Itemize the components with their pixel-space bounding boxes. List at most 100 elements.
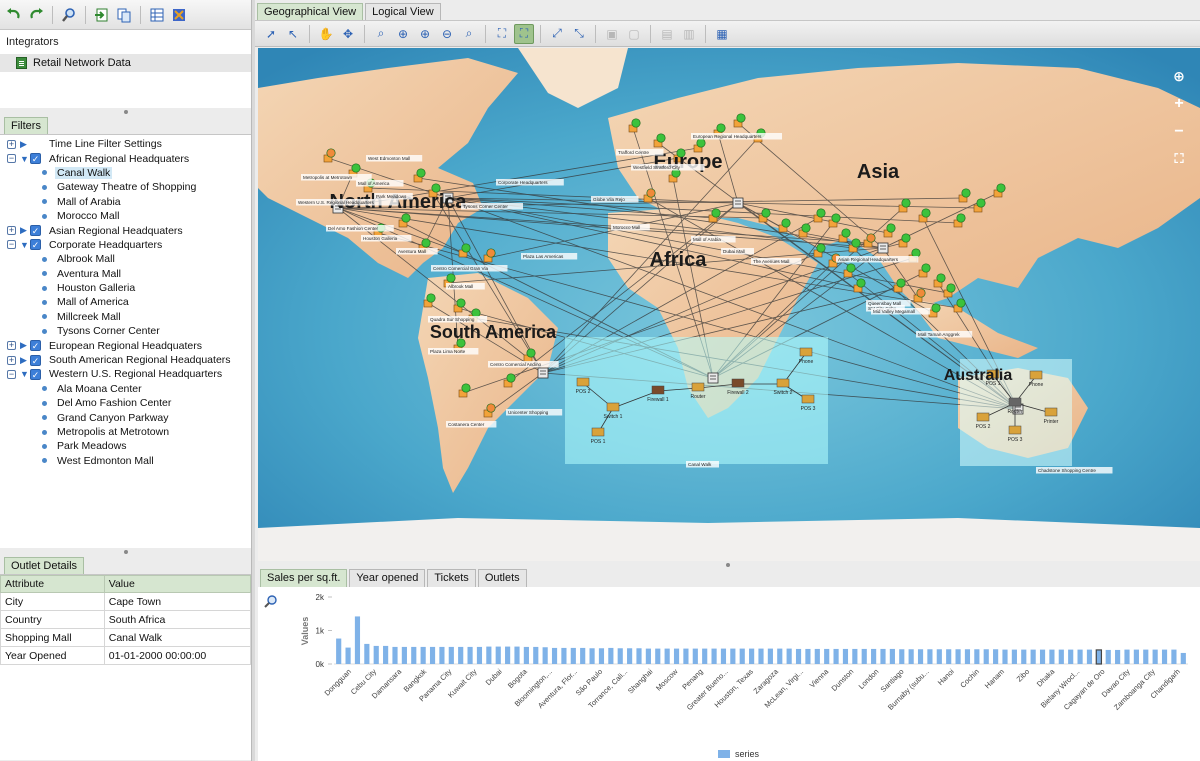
layout-icon[interactable]: ⛶: [492, 24, 512, 44]
chart-bar[interactable]: [795, 648, 802, 664]
chart-bar[interactable]: [1133, 649, 1139, 664]
chart-bar[interactable]: [871, 648, 877, 664]
chart-bar[interactable]: [458, 646, 464, 664]
checkbox[interactable]: ✓: [30, 368, 41, 380]
tree-group[interactable]: + ▶ ✓ European Regional Headquaters: [0, 338, 251, 352]
chart-bar[interactable]: [542, 647, 548, 664]
chart-bar[interactable]: [946, 649, 952, 664]
tree-leaf[interactable]: Canal Walk: [0, 166, 251, 180]
move-icon[interactable]: ✥: [338, 24, 358, 44]
chart-bar[interactable]: [993, 649, 999, 664]
chart-bar[interactable]: [373, 645, 379, 664]
chart-bar[interactable]: [1058, 649, 1064, 664]
table-row[interactable]: City Cape Town: [0, 592, 252, 611]
export-image-icon[interactable]: ▦: [712, 24, 732, 44]
tree-group[interactable]: − ▼ ✓ Corporate Headquarters: [0, 238, 251, 252]
export-icon[interactable]: [114, 5, 134, 25]
chart-bar[interactable]: [1086, 649, 1093, 664]
chart-bar[interactable]: [486, 646, 492, 664]
chart-bar[interactable]: [533, 646, 539, 664]
chart-bar[interactable]: [964, 649, 971, 664]
chart-bar[interactable]: [983, 649, 989, 664]
chart-bar[interactable]: [429, 646, 436, 664]
chart-bar[interactable]: [411, 646, 417, 664]
headquarters-node[interactable]: [707, 372, 719, 384]
fullscreen-control-icon[interactable]: ⛶: [1174, 151, 1183, 167]
chart-bar[interactable]: [392, 646, 398, 664]
filters-tab[interactable]: Filters: [4, 117, 48, 134]
expand-icon[interactable]: +: [7, 341, 16, 351]
chart-bar[interactable]: [608, 647, 614, 664]
chart-bar[interactable]: [702, 648, 708, 664]
chart-bar[interactable]: [1152, 649, 1158, 664]
chart-bar[interactable]: [833, 648, 839, 664]
chart-bar[interactable]: [354, 616, 361, 664]
lock-icon[interactable]: ▤: [657, 24, 677, 44]
zoom-in-icon[interactable]: ⊕: [393, 24, 413, 44]
chart-bar[interactable]: [420, 646, 426, 664]
chart-bar[interactable]: [561, 647, 567, 664]
chart-bar[interactable]: [880, 648, 886, 664]
chart-bar[interactable]: [692, 648, 698, 664]
table-icon[interactable]: [147, 5, 167, 25]
chart-bar[interactable]: [805, 648, 811, 664]
chart-bar[interactable]: [1095, 649, 1103, 665]
integrator-item[interactable]: Retail Network Data: [0, 54, 251, 72]
geographic-map[interactable]: POS 2 Switch 1 Firewall 1 Router Firewall 2 S…: [258, 48, 1200, 561]
zoom-in-alt-icon[interactable]: ⊕: [415, 24, 435, 44]
chart-bar[interactable]: [1021, 649, 1027, 664]
chart-bar[interactable]: [927, 649, 933, 664]
chart-zoom-icon[interactable]: [264, 595, 277, 608]
checkbox[interactable]: ✓: [30, 239, 41, 251]
chart-bar[interactable]: [1143, 649, 1149, 664]
tab-tickets[interactable]: Tickets: [427, 569, 476, 587]
chart-bar[interactable]: [551, 647, 558, 664]
tab-year-opened[interactable]: Year opened: [349, 569, 426, 587]
pan-control-icon[interactable]: ⊕: [1173, 68, 1185, 85]
chart-bar[interactable]: [1039, 649, 1046, 664]
collapse-icon[interactable]: −: [7, 240, 16, 250]
splitter-handle[interactable]: [0, 108, 251, 116]
chevron-right-icon[interactable]: ▶: [20, 340, 30, 351]
chart-bar[interactable]: [861, 648, 867, 664]
search-icon[interactable]: [59, 5, 79, 25]
chart-bar[interactable]: [345, 647, 351, 664]
unlock-icon[interactable]: ▥: [679, 24, 699, 44]
chart-bar[interactable]: [448, 646, 454, 664]
chevron-down-icon[interactable]: ▼: [20, 369, 30, 379]
chart-bar[interactable]: [476, 646, 483, 664]
chart-bar[interactable]: [598, 648, 605, 664]
chart-bar[interactable]: [1068, 649, 1074, 664]
import-icon[interactable]: [92, 5, 112, 25]
expand-icon[interactable]: +: [7, 139, 16, 149]
collapse-icon[interactable]: −: [7, 369, 16, 379]
checkbox[interactable]: ✓: [30, 225, 41, 237]
tree-leaf[interactable]: Del Amo Fashion Center: [0, 396, 251, 410]
tab-logical-view[interactable]: Logical View: [365, 3, 441, 20]
chart-bar[interactable]: [786, 648, 792, 664]
chart-bar[interactable]: [908, 649, 914, 664]
table-row[interactable]: Shopping Mall Canal Walk: [0, 628, 252, 647]
group-icon[interactable]: ▣: [602, 24, 622, 44]
chart-bar[interactable]: [842, 648, 849, 664]
tree-leaf[interactable]: West Edmonton Mall: [0, 454, 251, 468]
outlet-details-tab[interactable]: Outlet Details: [4, 557, 85, 574]
chevron-down-icon[interactable]: ▼: [20, 154, 30, 164]
tree-leaf[interactable]: Mall of America: [0, 295, 251, 309]
headquarters-node[interactable]: [732, 197, 744, 209]
chart-bar[interactable]: [777, 648, 783, 664]
chart-bar[interactable]: [664, 648, 670, 664]
undo-icon[interactable]: [4, 5, 24, 25]
zoom-out-control[interactable]: −: [1174, 123, 1183, 141]
ungroup-icon[interactable]: ▢: [624, 24, 644, 44]
layout-active-icon[interactable]: ⛶: [514, 23, 534, 44]
select-icon[interactable]: ➚: [261, 24, 281, 44]
chart-bar[interactable]: [758, 648, 764, 664]
tree-group[interactable]: + ▶ ✓ South American Regional Headquaters: [0, 353, 251, 367]
chart-bar[interactable]: [1105, 649, 1111, 664]
chart-bar[interactable]: [589, 648, 595, 664]
chart-bar[interactable]: [1124, 649, 1130, 664]
tree-group[interactable]: − ▼ ✓ Western U.S. Regional Headquarters: [0, 367, 251, 381]
tree-leaf[interactable]: Tysons Corner Center: [0, 324, 251, 338]
table-row[interactable]: Year Opened 01-01-2000 00:00:00: [0, 646, 252, 665]
